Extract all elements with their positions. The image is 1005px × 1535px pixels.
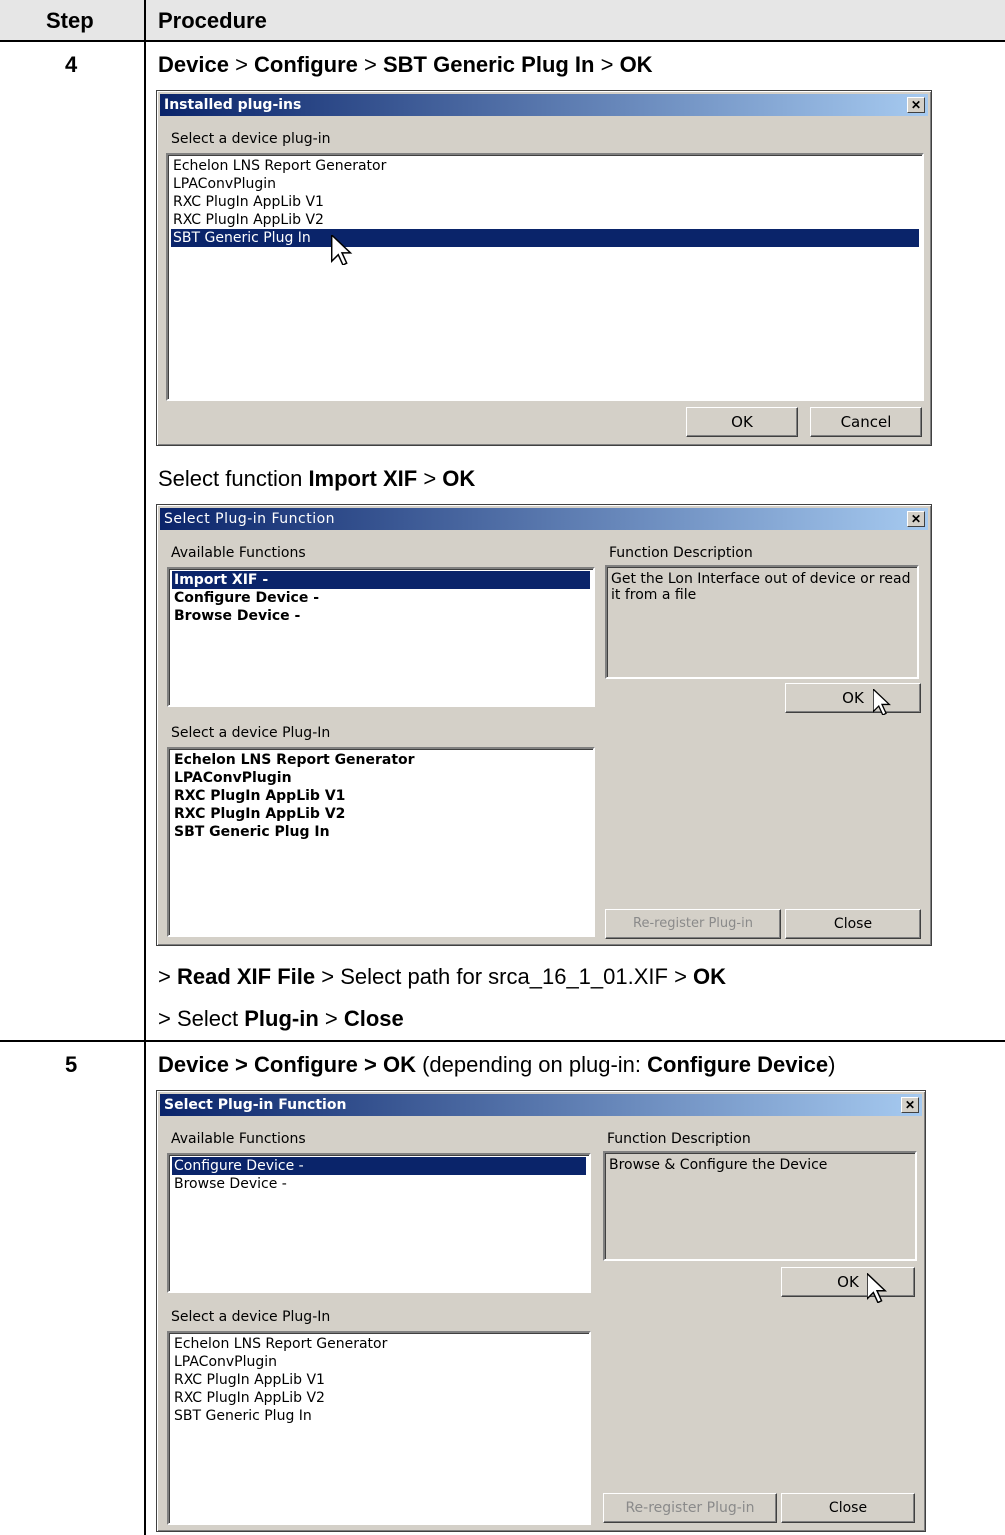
- close-button[interactable]: Close: [781, 1493, 915, 1523]
- select-plugin-label: Select a device Plug-In: [171, 725, 331, 741]
- close-icon[interactable]: ✕: [901, 1097, 919, 1113]
- functions-list[interactable]: Import XIF - Configure Device - Browse Dev…: [167, 567, 595, 707]
- list-item[interactable]: Echelon LNS Report Generator: [171, 157, 919, 175]
- step4-line1: Device > Configure > SBT Generic Plug In…: [158, 52, 653, 77]
- list-item[interactable]: Configure Device -: [172, 589, 590, 607]
- list-item[interactable]: RXC PlugIn AppLib V2: [172, 1389, 586, 1407]
- mouse-cursor-icon: [867, 1273, 887, 1303]
- plugin-list[interactable]: Echelon LNS Report Generator LPAConvPlugi…: [167, 747, 595, 937]
- header-step: Step: [46, 8, 94, 33]
- close-icon[interactable]: ✕: [907, 511, 925, 527]
- reregister-plugin-button[interactable]: Re-register Plug-in: [603, 1493, 777, 1523]
- reregister-plugin-button[interactable]: Re-register Plug-in: [605, 909, 781, 939]
- list-item[interactable]: SBT Generic Plug In: [172, 823, 590, 841]
- available-functions-label: Available Functions: [171, 1131, 306, 1147]
- list-item[interactable]: Echelon LNS Report Generator: [172, 751, 590, 769]
- list-item[interactable]: RXC PlugIn AppLib V1: [172, 1371, 586, 1389]
- list-item[interactable]: RXC PlugIn AppLib V2: [172, 805, 590, 823]
- step5-line1: Device > Configure > OK (depending on pl…: [158, 1052, 836, 1077]
- plugin-list[interactable]: Echelon LNS Report Generator LPAConvPlugi…: [166, 153, 924, 401]
- list-item[interactable]: SBT Generic Plug In: [171, 229, 919, 247]
- available-functions-label: Available Functions: [171, 545, 306, 561]
- step4-line2: Select function Import XIF > OK: [158, 466, 476, 491]
- ok-button[interactable]: OK: [686, 407, 798, 437]
- dialog-title: Select Plug-in Function: [164, 511, 336, 527]
- function-description-box: Browse & Configure the Device: [603, 1151, 917, 1261]
- step4-line4: > Select Plug-in > Close: [158, 1006, 404, 1031]
- header-divider: [0, 40, 1005, 42]
- step-number-4: 4: [65, 52, 78, 77]
- list-item[interactable]: Echelon LNS Report Generator: [172, 1335, 586, 1353]
- close-icon[interactable]: ✕: [907, 97, 925, 113]
- step-number-5: 5: [65, 1052, 78, 1077]
- header-procedure: Procedure: [158, 8, 267, 33]
- ok-button[interactable]: OK: [785, 683, 921, 713]
- function-description-box: Get the Lon Interface out of device or r…: [605, 565, 919, 679]
- function-description-text: Get the Lon Interface out of device or r…: [611, 571, 911, 603]
- mouse-cursor-icon: [873, 689, 891, 715]
- function-description-text: Browse & Configure the Device: [609, 1157, 828, 1173]
- dialog-title-bar: Installed plug-ins ✕: [160, 94, 928, 116]
- list-item[interactable]: Browse Device -: [172, 607, 590, 625]
- select-plugin-label: Select a device plug-in: [171, 131, 331, 147]
- select-plugin-label: Select a device Plug-In: [171, 1309, 331, 1325]
- list-item[interactable]: LPAConvPlugin: [172, 769, 590, 787]
- list-item[interactable]: Configure Device -: [172, 1157, 586, 1175]
- list-item[interactable]: RXC PlugIn AppLib V1: [171, 193, 919, 211]
- cancel-button[interactable]: Cancel: [810, 407, 922, 437]
- list-item[interactable]: RXC PlugIn AppLib V1: [172, 787, 590, 805]
- close-button[interactable]: Close: [785, 909, 921, 939]
- dialog-title: Installed plug-ins: [164, 97, 302, 113]
- plugin-list[interactable]: Echelon LNS Report Generator LPAConvPlugi…: [167, 1331, 591, 1525]
- list-item[interactable]: Import XIF -: [172, 571, 590, 589]
- dialog-title-bar: Select Plug-in Function ✕: [160, 508, 928, 530]
- dialog-title-bar: Select Plug-in Function ✕: [160, 1094, 922, 1116]
- row-divider: [0, 1040, 1005, 1042]
- function-description-label: Function Description: [609, 545, 753, 561]
- list-item[interactable]: Browse Device -: [172, 1175, 586, 1193]
- ok-button[interactable]: OK: [781, 1267, 915, 1297]
- list-item[interactable]: LPAConvPlugin: [172, 1353, 586, 1371]
- function-description-label: Function Description: [607, 1131, 751, 1147]
- column-divider: [144, 0, 146, 1535]
- dialog-title: Select Plug-in Function: [164, 1097, 347, 1113]
- select-function-dialog-2: Select Plug-in Function ✕ Available Func…: [156, 1090, 926, 1532]
- list-item[interactable]: SBT Generic Plug In: [172, 1407, 586, 1425]
- list-item[interactable]: RXC PlugIn AppLib V2: [171, 211, 919, 229]
- functions-list[interactable]: Configure Device - Browse Device -: [167, 1153, 591, 1293]
- table-header-bg: [0, 0, 1005, 40]
- mouse-cursor-icon: [331, 235, 353, 265]
- select-function-dialog-1: Select Plug-in Function ✕ Available Func…: [156, 504, 932, 946]
- installed-plugins-dialog: Installed plug-ins ✕ Select a device plu…: [156, 90, 932, 446]
- step4-line3: > Read XIF File > Select path for srca_1…: [158, 964, 727, 989]
- list-item[interactable]: LPAConvPlugin: [171, 175, 919, 193]
